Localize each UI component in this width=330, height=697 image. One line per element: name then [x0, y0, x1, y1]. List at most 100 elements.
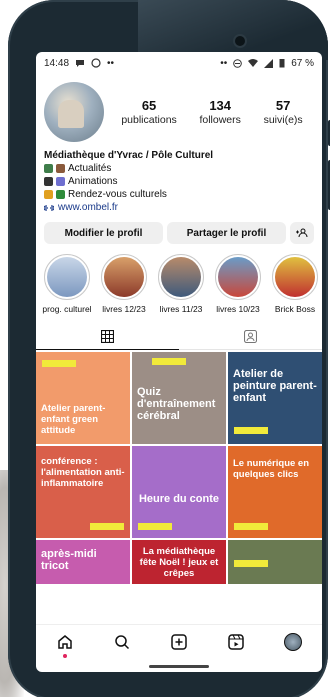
nav-home[interactable]	[54, 631, 76, 658]
stat-number: 65	[141, 98, 157, 113]
dnd-icon	[233, 58, 243, 68]
website-link[interactable]: www.ombel.fr	[44, 201, 314, 214]
post-tile[interactable]: Atelier de peinture parent-enfant	[228, 352, 322, 444]
signal-icon	[264, 58, 274, 68]
grid-icon	[101, 330, 114, 343]
post-date-tag	[42, 360, 76, 367]
avatar[interactable]	[44, 82, 104, 142]
post-tile[interactable]: Heure du conte	[132, 446, 226, 538]
post-title: après-midi tricot	[41, 548, 97, 572]
highlight-label: prog. culturel	[42, 304, 92, 314]
post-tile[interactable]: Quiz d'entraînement cérébral	[132, 352, 226, 444]
highlight-ring	[158, 254, 204, 300]
status-bar: 14:48 •• •• 67 %	[36, 52, 322, 74]
add-person-button[interactable]	[290, 222, 314, 244]
post-title: Atelier parent-enfant green attitude	[41, 403, 106, 436]
post-date-tag	[234, 427, 268, 434]
search-icon	[115, 634, 129, 649]
highlight-thumbnail	[47, 257, 87, 297]
bio-line-text: Rendez-vous culturels	[68, 189, 167, 200]
phone-frame: 14:48 •• •• 67 % 65 publications 134 fol…	[8, 0, 330, 697]
post-title: La médiathèque fête Noël ! jeux et crêpe…	[139, 546, 219, 579]
home-indicator[interactable]	[149, 665, 209, 668]
bio-line: Rendez-vous culturels	[44, 188, 314, 201]
status-dots-right: ••	[220, 57, 228, 69]
profile-tabs	[36, 324, 322, 350]
home-icon	[57, 634, 72, 649]
highlight-ring	[44, 254, 90, 300]
post-title: Heure du conte	[138, 493, 220, 505]
highlight-item[interactable]: livres 11/23	[156, 254, 206, 314]
bottom-nav	[36, 624, 322, 658]
stat-number: 134	[209, 98, 232, 113]
profile-header: 65 publications 134 followers 57 suivi(e…	[36, 74, 322, 142]
highlight-label: livres 11/23	[159, 304, 203, 314]
highlight-thumbnail	[275, 257, 315, 297]
post-date-tag	[152, 358, 186, 365]
stat-following[interactable]: 57 suivi(e)s	[264, 98, 303, 126]
post-tile[interactable]: Le numérique en quelques clics	[228, 446, 322, 538]
post-date-tag	[90, 523, 124, 530]
highlight-thumbnail	[104, 257, 144, 297]
profile-avatar-icon	[284, 632, 303, 651]
post-tile[interactable]: conférence : l'alimentation anti-inflamm…	[36, 446, 130, 538]
whatsapp-icon	[91, 58, 101, 68]
stat-followers[interactable]: 134 followers	[199, 98, 240, 126]
stat-label: suivi(e)s	[263, 114, 303, 126]
highlight-item[interactable]: livres 10/23	[213, 254, 263, 314]
reels-icon	[228, 633, 244, 650]
bio-line: Actualités	[44, 162, 314, 175]
post-title: Le numérique en quelques clics	[233, 458, 310, 480]
highlight-thumbnail	[161, 257, 201, 297]
stat-label: followers	[199, 114, 241, 126]
phone-glare	[138, 0, 328, 60]
books-emoji-icon	[44, 164, 53, 173]
nav-reels[interactable]	[225, 631, 247, 653]
highlight-item[interactable]: prog. culturel	[42, 254, 92, 314]
post-title: Atelier de peinture parent-enfant	[233, 368, 317, 404]
tab-grid[interactable]	[36, 324, 179, 350]
stat-label: publications	[121, 114, 177, 126]
book-emoji-icon	[56, 190, 65, 199]
highlight-ring	[272, 254, 318, 300]
notification-dot	[62, 653, 67, 658]
post-tile[interactable]: La médiathèque fête Noël ! jeux et crêpe…	[132, 540, 226, 584]
highlight-item[interactable]: Brick Boss	[270, 254, 320, 314]
nav-create[interactable]	[168, 631, 190, 653]
bio-line: Animations	[44, 175, 314, 188]
post-title: conférence : l'alimentation anti-inflamm…	[41, 456, 125, 489]
share-profile-button[interactable]: Partager le profil	[167, 222, 286, 244]
tab-tagged[interactable]	[179, 324, 322, 349]
post-date-tag	[234, 560, 268, 567]
edit-profile-button[interactable]: Modifier le profil	[44, 222, 163, 244]
stat-publications[interactable]: 65 publications	[121, 98, 176, 126]
coffee-emoji-icon	[56, 164, 65, 173]
profile-stats: 65 publications 134 followers 57 suivi(e…	[110, 98, 314, 126]
post-tile[interactable]: après-midi tricot	[36, 540, 130, 584]
website-url: www.ombel.fr	[58, 202, 119, 213]
bio: Médiathèque d'Yvrac / Pôle Culturel Actu…	[36, 142, 322, 214]
nav-profile[interactable]	[282, 631, 304, 653]
post-date-tag	[234, 523, 268, 530]
highlight-label: livres 10/23	[216, 304, 260, 314]
status-dots-left: ••	[107, 57, 115, 69]
posts-grid: Atelier parent-enfant green attitude Qui…	[36, 350, 322, 584]
page: 14:48 •• •• 67 % 65 publications 134 fol…	[0, 0, 330, 697]
highlight-ring	[101, 254, 147, 300]
party-emoji-icon	[44, 190, 53, 199]
post-tile[interactable]: Atelier parent-enfant green attitude	[36, 352, 130, 444]
highlight-thumbnail	[218, 257, 258, 297]
post-tile[interactable]	[228, 540, 322, 584]
pencil-emoji-icon	[56, 177, 65, 186]
bio-line-text: Animations	[68, 176, 118, 187]
highlight-item[interactable]: livres 12/23	[99, 254, 149, 314]
chat-bubble-icon	[76, 60, 85, 67]
post-date-tag	[138, 523, 172, 530]
bio-line-text: Actualités	[68, 163, 112, 174]
highlight-label: livres 12/23	[102, 304, 146, 314]
nav-search[interactable]	[111, 631, 133, 653]
highlight-ring	[215, 254, 261, 300]
stat-number: 57	[275, 98, 291, 113]
battery-level: 67 %	[291, 57, 314, 69]
status-time: 14:48	[44, 57, 70, 69]
